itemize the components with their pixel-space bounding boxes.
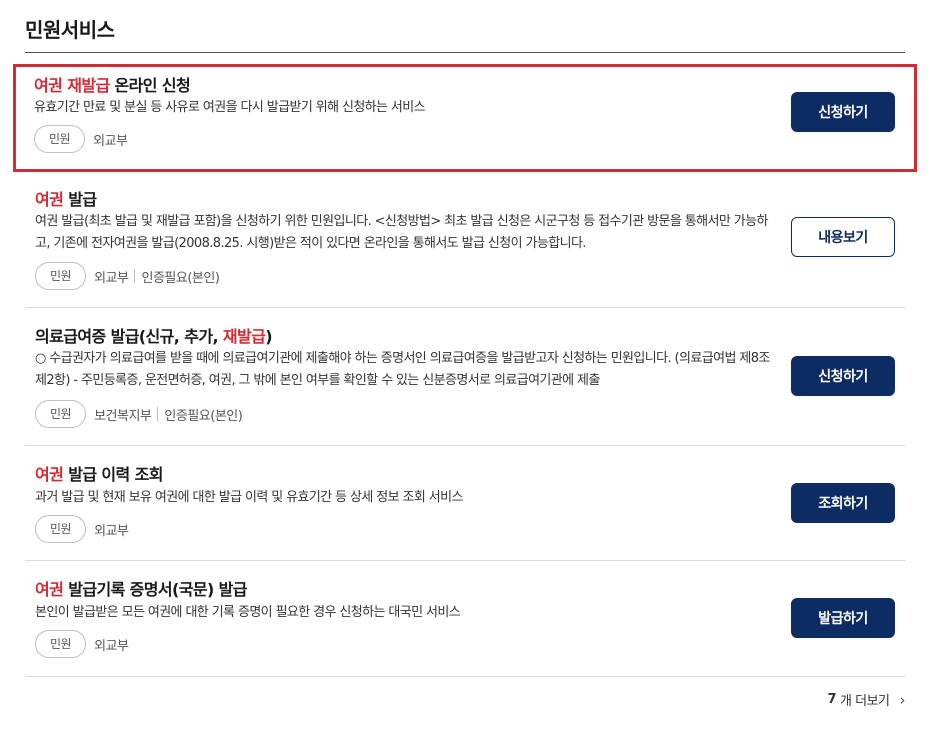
title-highlight: 여권	[35, 580, 64, 599]
title-highlight: 여권 재발급	[34, 76, 110, 95]
service-title[interactable]: 여권 발급기록 증명서(국문) 발급	[35, 576, 248, 600]
category-chip: 민원	[35, 630, 87, 658]
more-count: 7	[827, 692, 837, 707]
section-title: 민원서비스	[25, 18, 115, 42]
service-description: 여권 발급(최초 발급 및 재발급 포함)을 신청하기 위한 민원입니다. <신…	[35, 214, 768, 251]
more-label: 개 더보기	[840, 694, 890, 709]
title-text: 의료급여증 발급(신규, 추가,	[35, 327, 223, 346]
service-title[interactable]: 여권 발급 이력 조회	[35, 461, 163, 485]
inquiry-button[interactable]: 조회하기	[791, 483, 895, 523]
service-item: 여권 발급 여권 발급(최초 발급 및 재발급 포함)을 신청하기 위한 민원입…	[25, 178, 905, 308]
meta-separator	[134, 269, 136, 283]
service-meta: 민원 외교부	[35, 515, 129, 543]
service-description: ○ 수급권자가 의료급여를 받을 때에 의료급여기관에 제출해야 하는 증명서인…	[35, 351, 770, 388]
title-highlight: 여권	[35, 465, 64, 484]
title-divider	[25, 52, 905, 53]
service-meta: 민원 보건복지부 인증필요(본인)	[35, 400, 243, 428]
auth-requirement: 인증필요(본인)	[141, 270, 220, 286]
service-description: 유효기간 만료 및 분실 등 사유로 여권을 다시 발급받기 위해 신청하는 서…	[34, 100, 426, 115]
item-divider	[25, 307, 905, 308]
item-divider	[25, 560, 905, 561]
category-chip: 민원	[35, 515, 87, 543]
title-text: 온라인 신청	[109, 76, 191, 95]
service-item: 의료급여증 발급(신규, 추가, 재발급) ○ 수급권자가 의료급여를 받을 때…	[25, 315, 905, 445]
service-title[interactable]: 여권 발급	[35, 186, 97, 210]
apply-button[interactable]: 신청하기	[791, 92, 895, 132]
meta-separator	[157, 407, 159, 421]
organization: 외교부	[93, 133, 128, 149]
category-chip: 민원	[35, 262, 87, 290]
category-chip: 민원	[34, 125, 86, 153]
service-meta: 민원 외교부	[35, 630, 129, 658]
item-divider	[25, 445, 905, 446]
service-item: 여권 재발급 온라인 신청 유효기간 만료 및 분실 등 사유로 여권을 다시 …	[13, 64, 917, 172]
title-text-end: )	[265, 327, 272, 346]
organization: 보건복지부	[94, 408, 152, 424]
service-item: 여권 발급기록 증명서(국문) 발급 본인이 발급받은 모든 여권에 대한 기록…	[25, 568, 905, 676]
service-description: 본인이 발급받은 모든 여권에 대한 기록 증명이 필요한 경우 신청하는 대국…	[35, 605, 461, 620]
service-title[interactable]: 여권 재발급 온라인 신청	[34, 72, 191, 96]
apply-button[interactable]: 신청하기	[791, 356, 895, 396]
item-divider	[25, 676, 905, 677]
title-highlight: 여권	[35, 190, 64, 209]
more-link[interactable]: 7 개 더보기 ›	[827, 690, 906, 710]
service-meta: 민원 외교부	[34, 125, 128, 153]
service-description: 과거 발급 및 현재 보유 여권에 대한 발급 이력 및 유효기간 등 상세 정…	[35, 490, 463, 505]
chevron-right-icon: ›	[899, 690, 906, 709]
organization: 외교부	[94, 523, 129, 539]
auth-requirement: 인증필요(본인)	[164, 408, 243, 424]
organization: 외교부	[94, 638, 129, 654]
view-details-button[interactable]: 내용보기	[791, 217, 895, 257]
category-chip: 민원	[35, 400, 87, 428]
service-item: 여권 발급 이력 조회 과거 발급 및 현재 보유 여권에 대한 발급 이력 및…	[25, 453, 905, 561]
title-text: 발급	[63, 190, 97, 209]
organization: 외교부	[94, 270, 129, 286]
title-highlight: 재발급	[222, 327, 266, 346]
service-title[interactable]: 의료급여증 발급(신규, 추가, 재발급)	[35, 323, 273, 347]
issue-button[interactable]: 발급하기	[791, 598, 895, 638]
title-text: 발급 이력 조회	[63, 465, 163, 484]
service-meta: 민원 외교부 인증필요(본인)	[35, 262, 220, 290]
title-text: 발급기록 증명서(국문) 발급	[63, 580, 247, 599]
